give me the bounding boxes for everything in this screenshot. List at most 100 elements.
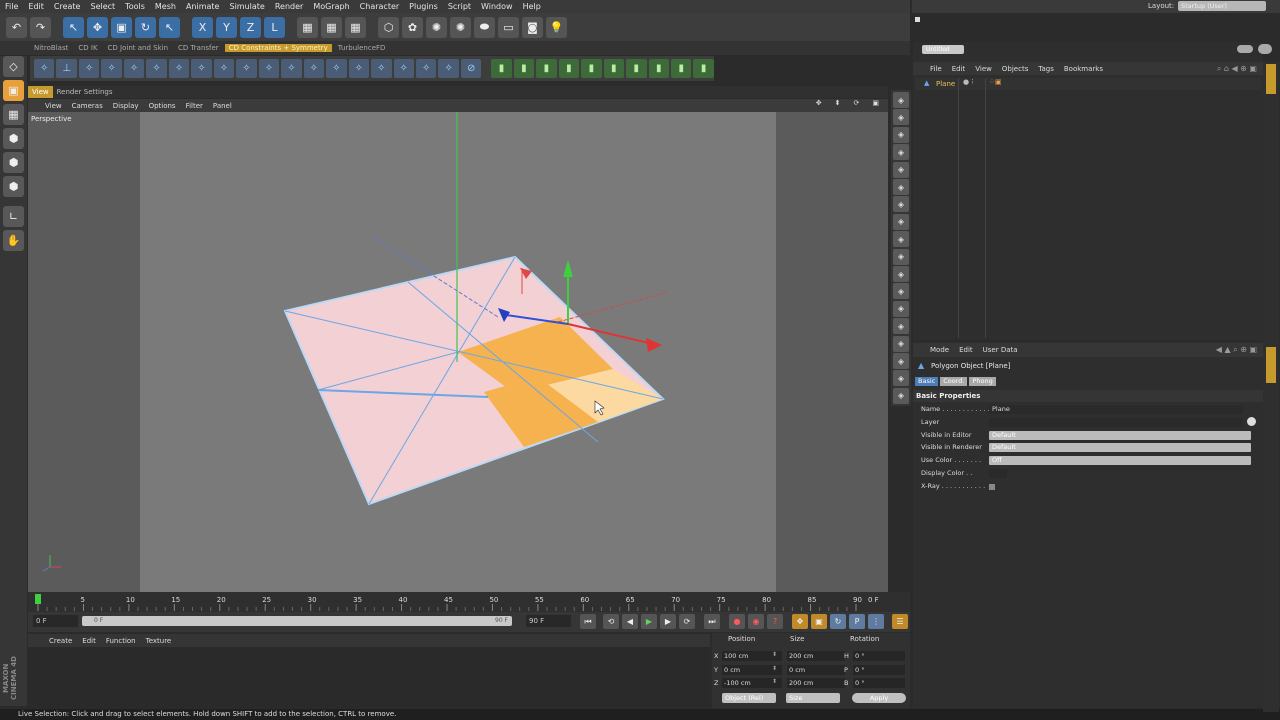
tab-coord[interactable]: Coord. [940, 377, 968, 386]
redo-icon[interactable]: ↷ [30, 16, 51, 38]
viewport-move-icon[interactable]: ✥ [811, 99, 827, 107]
key-param-icon[interactable]: P [849, 614, 865, 629]
menu-create[interactable]: Create [49, 2, 86, 11]
viewport-tool-icon[interactable]: ◈ [893, 179, 909, 195]
xray-checkbox[interactable] [989, 483, 995, 490]
apply-button[interactable]: Apply [852, 693, 906, 703]
stepper-icon[interactable]: ⬍ [772, 651, 777, 658]
new-tab-icon[interactable] [1258, 44, 1272, 54]
gizmo-x-arrow[interactable] [646, 338, 662, 352]
viewport-tool-icon[interactable]: ◈ [893, 161, 909, 178]
model-mode-icon[interactable]: ▣ [3, 80, 24, 101]
viewport-menu-options[interactable]: Options [144, 102, 181, 110]
object-row-plane[interactable]: ▲ Plane ● ⁝ ⁘▣ [915, 78, 1261, 90]
camera-icon[interactable]: ◙ [522, 16, 543, 38]
plugin-tab[interactable]: TurbulenceFD [334, 44, 390, 52]
goto-end-icon[interactable]: ⏭ [704, 614, 720, 629]
display-color-swatch[interactable] [989, 469, 1007, 478]
viewport-tool-icon[interactable]: ◈ [893, 231, 909, 248]
symmetry-tool-icon[interactable]: ▮ [603, 59, 625, 78]
tab-view[interactable]: View [28, 86, 53, 98]
symmetry-tool-icon[interactable]: ▮ [581, 59, 602, 78]
viewport-menu-view[interactable]: View [40, 102, 67, 110]
coordinate-system-icon[interactable]: L [264, 16, 285, 38]
viewport-tool-icon[interactable]: ◈ [893, 92, 909, 108]
constraint-tool-icon[interactable]: ✧ [371, 59, 392, 78]
constraint-tool-icon[interactable]: ✧ [258, 59, 280, 78]
object-manager-tab[interactable]: Untitled [922, 45, 964, 54]
coord-mode-select[interactable]: Object (Rel) [722, 693, 776, 703]
constraint-tool-icon[interactable]: ✧ [191, 59, 212, 78]
viewport-tool-icon[interactable]: ◈ [893, 387, 909, 404]
constraint-tool-icon[interactable]: ✧ [438, 59, 459, 78]
plugin-tab[interactable]: CD Joint and Skin [104, 44, 172, 52]
size-field[interactable]: 200 cm [787, 651, 845, 661]
timeline-ruler[interactable]: 051015202530354045505560657075808590 [28, 592, 910, 612]
phong-tag-icon[interactable]: ⁘▣ [989, 78, 1001, 86]
object-menu-objects[interactable]: Objects [997, 65, 1033, 73]
light-icon[interactable]: 💡 [546, 16, 567, 38]
axis-mode-icon[interactable]: ∟ [3, 206, 24, 227]
constraint-tool-icon[interactable]: ✧ [393, 59, 414, 78]
symmetry-tool-icon[interactable]: ▮ [558, 59, 580, 78]
object-menu-edit[interactable]: Edit [947, 65, 971, 73]
rotation-field[interactable]: 0 ° [853, 651, 905, 661]
key-pla-icon[interactable]: ⋮ [868, 614, 884, 629]
key-position-icon[interactable]: ✥ [792, 614, 808, 629]
goto-prev-key-icon[interactable]: ⟲ [603, 614, 619, 629]
texture-mode-icon[interactable]: ▦ [3, 104, 24, 125]
prev-frame-icon[interactable]: ◀ [622, 614, 638, 629]
viewport-menu-panel[interactable]: Panel [208, 102, 237, 110]
goto-start-icon[interactable]: ⏮ [580, 614, 596, 629]
timeline-range-slider[interactable]: 0 F 90 F [82, 616, 512, 626]
attribute-dropdown[interactable]: Default [989, 443, 1251, 453]
play-icon[interactable]: ▶ [641, 614, 657, 629]
rotate-icon[interactable]: ↻ [135, 16, 156, 38]
viewport-maximize-icon[interactable]: ▣ [867, 99, 884, 107]
menu-edit[interactable]: Edit [23, 2, 49, 11]
layer-field[interactable] [989, 417, 1243, 427]
viewport-tool-icon[interactable]: ◈ [893, 248, 909, 265]
panel-toggle-icon[interactable] [1237, 45, 1253, 53]
menu-tools[interactable]: Tools [120, 2, 150, 11]
material-menu-edit[interactable]: Edit [77, 637, 101, 645]
timeline-menu-icon[interactable]: ☰ [892, 614, 908, 629]
viewport-tool-icon[interactable]: ◈ [893, 144, 909, 161]
constraint-tool-icon[interactable]: ⊘ [460, 59, 482, 78]
attr-menu-mode[interactable]: Mode [925, 346, 954, 354]
constraint-tool-icon[interactable]: ✧ [415, 59, 437, 78]
menu-render[interactable]: Render [270, 2, 308, 11]
deformer-icon[interactable]: ✺ [450, 16, 471, 38]
plugin-tab[interactable]: NitroBlast [30, 44, 72, 52]
layer-picker-icon[interactable] [1247, 416, 1256, 426]
plugin-tab[interactable]: CD Transfer [174, 44, 223, 52]
y-axis-lock-icon[interactable]: Y [216, 16, 237, 38]
symmetry-tool-icon[interactable]: ▮ [626, 59, 647, 78]
side-tab-attributes[interactable] [1266, 347, 1276, 383]
key-rotation-icon[interactable]: ↻ [830, 614, 846, 629]
tab-basic[interactable]: Basic [915, 377, 939, 386]
viewport-zoom-icon[interactable]: ⬍ [830, 99, 846, 107]
material-menu-create[interactable]: Create [44, 637, 77, 645]
subdivision-icon[interactable]: ✿ [402, 16, 423, 38]
menu-script[interactable]: Script [443, 2, 476, 11]
viewport-tool-icon[interactable]: ◈ [893, 300, 909, 317]
viewport-tool-icon[interactable]: ◈ [893, 370, 909, 387]
viewport-menu-cameras[interactable]: Cameras [67, 102, 108, 110]
viewport-menu-filter[interactable]: Filter [181, 102, 208, 110]
plugin-tab[interactable]: CD Constraints + Symmetry [224, 44, 332, 52]
make-editable-icon[interactable]: ◇ [3, 56, 24, 77]
stepper-icon[interactable]: ⬍ [772, 678, 777, 685]
viewport-tool-icon[interactable]: ◈ [893, 126, 909, 143]
object-search-icon[interactable]: ⌕ ⌂ ◀ ⊕ ▣ [1212, 64, 1263, 74]
constraint-tool-icon[interactable]: ✧ [281, 59, 302, 78]
constraint-tool-icon[interactable]: ✧ [101, 59, 122, 78]
constraint-tool-icon[interactable]: ✧ [326, 59, 347, 78]
end-frame-field[interactable]: 90 F [526, 615, 571, 627]
symmetry-tool-icon[interactable]: ▮ [536, 59, 557, 78]
object-menu-view[interactable]: View [970, 65, 997, 73]
tweak-mode-icon[interactable]: ✋ [3, 230, 24, 251]
viewport-rotate-icon[interactable]: ⟳ [849, 99, 865, 107]
polygons-mode-icon[interactable]: ⬢ [3, 176, 24, 197]
symmetry-tool-icon[interactable]: ▮ [670, 59, 692, 78]
